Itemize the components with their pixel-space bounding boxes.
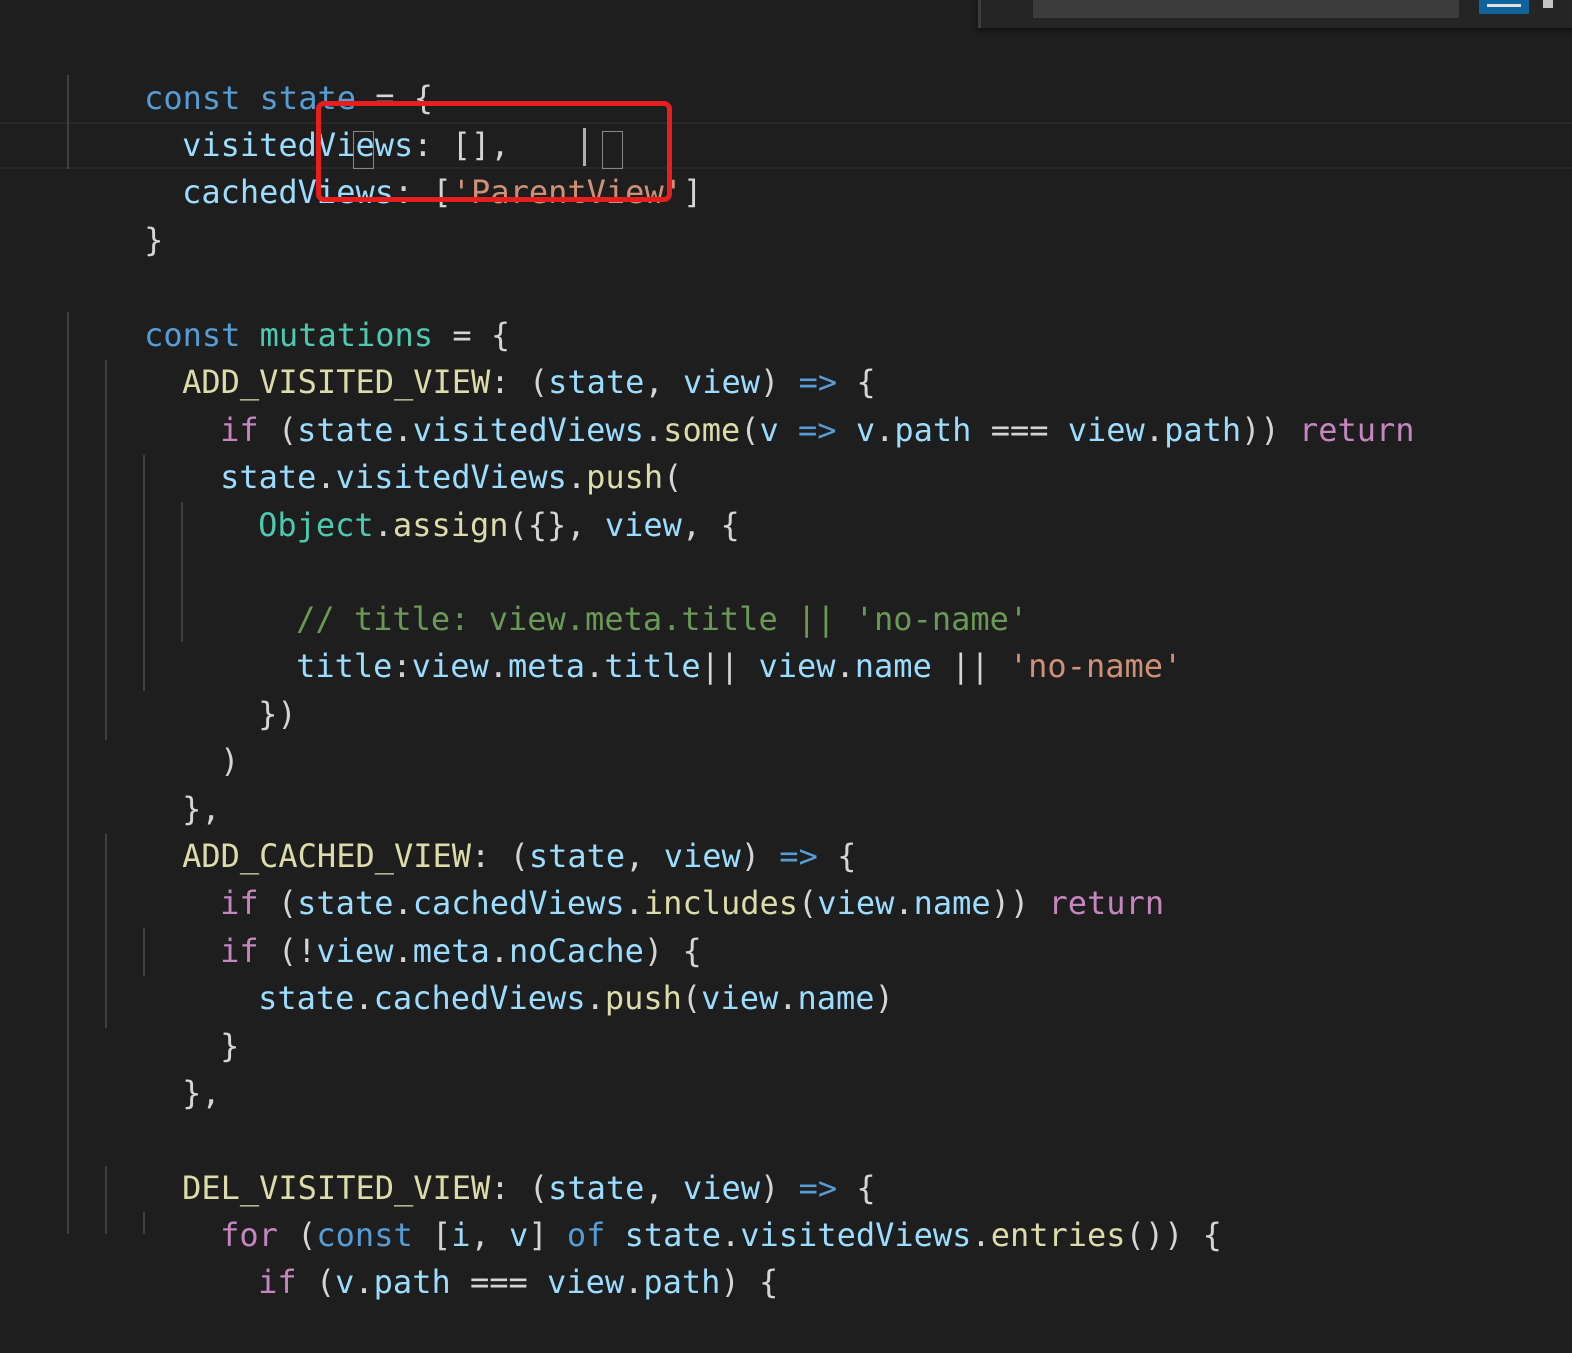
code-token: v [759,411,779,449]
code-line-12[interactable]: // title: view.meta.title || 'no-name' [219,549,1028,638]
code-token: v [335,1263,355,1301]
code-token: name [913,884,991,922]
code-token: path [643,1263,721,1301]
code-token: push [604,979,682,1017]
code-token: view [1067,411,1145,449]
code-line-6[interactable]: const mutations = { [67,265,510,354]
code-token: view [817,884,895,922]
code-token: meta [507,647,586,685]
keyword-return: return [1298,411,1415,449]
code-line-8[interactable]: if (state.visitedViews.some(v => v.path … [143,360,1414,449]
code-token: . [488,647,508,685]
code-token: ) [874,979,894,1017]
code-token: . [354,1263,374,1301]
code-token: ( [740,411,760,449]
array-close-bracket: ] [682,173,703,211]
code-token: . [778,979,798,1017]
code-line-13[interactable]: title:view.meta.title|| view.name || 'no… [219,596,1182,685]
code-token: . [373,506,393,544]
keyword-if: if [258,1263,297,1301]
code-line-19[interactable]: if (!view.meta.noCache) { [143,881,702,970]
code-token: path [894,411,972,449]
code-token: ) [220,742,240,780]
class-object: Object [258,506,374,544]
code-line-9[interactable]: state.visitedViews.push( [143,407,682,496]
arrow-operator: => [798,411,837,449]
code-token: . [875,411,895,449]
code-token: view [701,979,779,1017]
search-input[interactable] [1033,0,1459,18]
close-icon[interactable] [1543,0,1553,8]
code-token: }, [182,1074,221,1112]
code-line-15[interactable]: ) [143,691,239,780]
code-line-18[interactable]: if (state.cachedViews.includes(view.name… [143,833,1164,922]
code-line-16[interactable]: }, [105,739,221,828]
code-line-17[interactable]: ADD_CACHED_VIEW: (state, view) => { [105,786,856,875]
code-token: path [373,1263,451,1301]
code-token: ( [798,884,818,922]
code-line-4[interactable]: } [67,170,163,259]
code-token: . [585,979,605,1017]
code-token: ()) { [1125,1216,1222,1254]
code-token: : [392,647,412,685]
code-token: )) [990,884,1049,922]
code-token: assign [392,506,509,544]
string-no-name: 'no-name' [1008,647,1183,685]
code-line-10[interactable]: Object.assign({}, view, { [181,455,740,544]
code-token: } [144,221,164,259]
keyword-return: return [1048,884,1165,922]
code-line-14[interactable]: }) [181,644,297,733]
code-token: ) { [720,1263,779,1301]
regex-toggle-icon[interactable] [1479,0,1529,14]
code-token: ( [296,1263,336,1301]
code-token: === [971,411,1068,449]
indent-guide [67,312,69,1234]
code-token: path [1164,411,1242,449]
code-token: } [220,1027,240,1065]
code-token: view [411,647,489,685]
code-token: || [931,647,1009,685]
code-line-21[interactable]: } [143,976,239,1065]
code-token: . [354,979,374,1017]
code-token: . [624,1263,644,1301]
code-editor[interactable]: const state = { visitedViews: [], cached… [0,0,1572,1301]
red-annotation-box [316,101,672,202]
code-token: view [604,506,682,544]
code-token: state [258,979,355,1017]
code-line-20[interactable]: state.cachedViews.push(view.name) [181,928,894,1017]
code-token: }) [258,695,297,733]
code-token: === [450,1263,548,1301]
code-token: title [296,647,393,685]
code-line-24[interactable]: DEL_VISITED_VIEW: (state, view) => { [105,1118,876,1207]
code-token: v [855,411,876,449]
code-token: view [758,647,836,685]
code-token: . [835,647,855,685]
code-token: name [797,979,875,1017]
code-token: ( [681,979,702,1017]
code-token: name [854,647,932,685]
code-token: . [894,884,914,922]
code-line-25[interactable]: for (const [i, v] of state.visitedViews.… [143,1165,1222,1254]
code-line-1[interactable]: const state = { [67,28,433,117]
code-token: cachedViews [373,979,586,1017]
code-token: . [585,647,605,685]
find-widget[interactable] [978,0,1572,28]
code-token: view [547,1263,625,1301]
code-line-26[interactable]: if (v.path === view.path) { [181,1212,778,1301]
code-token: ({}, [508,506,605,544]
code-line-7[interactable]: ADD_VISITED_VIEW: (state, view) => { [105,312,876,401]
code-token: entries [990,1216,1126,1254]
code-line-22[interactable]: }, [105,1023,221,1112]
code-token: . [1144,411,1165,449]
code-token: || [700,647,759,685]
code-token: . [971,1216,991,1254]
code-token: , { [681,506,740,544]
code-token: )) [1241,411,1299,449]
code-token: title [604,647,701,685]
